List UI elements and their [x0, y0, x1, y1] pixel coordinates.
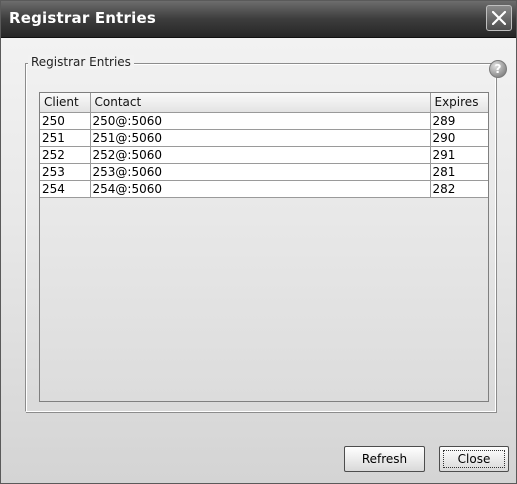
- column-header-expires[interactable]: Expires: [430, 93, 488, 113]
- group-label: Registrar Entries: [28, 55, 134, 69]
- registrar-entries-dialog: Registrar Entries Registrar Entries ? Cl…: [0, 0, 517, 484]
- expires-cell: 290: [430, 129, 488, 147]
- expires-cell: 289: [430, 112, 488, 130]
- contact-cell: 250@:5060: [90, 112, 431, 130]
- contact-cell: 252@:5060: [90, 146, 431, 164]
- client-cell: 253: [40, 163, 91, 181]
- window-title: Registrar Entries: [9, 9, 156, 27]
- table-row[interactable]: 253 253@:5060 281: [40, 163, 488, 181]
- table-row[interactable]: 251 251@:5060 290: [40, 129, 488, 147]
- contact-cell: 253@:5060: [90, 163, 431, 181]
- registrar-table: Client Contact Expires 250 250@:5060 289…: [39, 92, 489, 402]
- contact-cell: 254@:5060: [90, 180, 431, 198]
- contact-cell: 251@:5060: [90, 129, 431, 147]
- table-row[interactable]: 252 252@:5060 291: [40, 146, 488, 164]
- column-header-contact[interactable]: Contact: [90, 93, 431, 113]
- table-header-row: Client Contact Expires: [40, 93, 488, 113]
- client-cell: 251: [40, 129, 91, 147]
- table-row[interactable]: 254 254@:5060 282: [40, 180, 488, 198]
- close-button[interactable]: Close: [439, 446, 509, 472]
- client-cell: 254: [40, 180, 91, 198]
- title-bar[interactable]: Registrar Entries: [1, 1, 516, 38]
- close-window-button[interactable]: [486, 5, 512, 31]
- help-icon[interactable]: ?: [489, 60, 507, 78]
- close-icon: [492, 11, 506, 25]
- close-button-label: Close: [443, 450, 505, 468]
- client-cell: 252: [40, 146, 91, 164]
- expires-cell: 282: [430, 180, 488, 198]
- client-cell: 250: [40, 112, 91, 130]
- refresh-button[interactable]: Refresh: [344, 446, 425, 472]
- table-row[interactable]: 250 250@:5060 289: [40, 112, 488, 130]
- expires-cell: 281: [430, 163, 488, 181]
- column-header-client[interactable]: Client: [40, 93, 91, 113]
- expires-cell: 291: [430, 146, 488, 164]
